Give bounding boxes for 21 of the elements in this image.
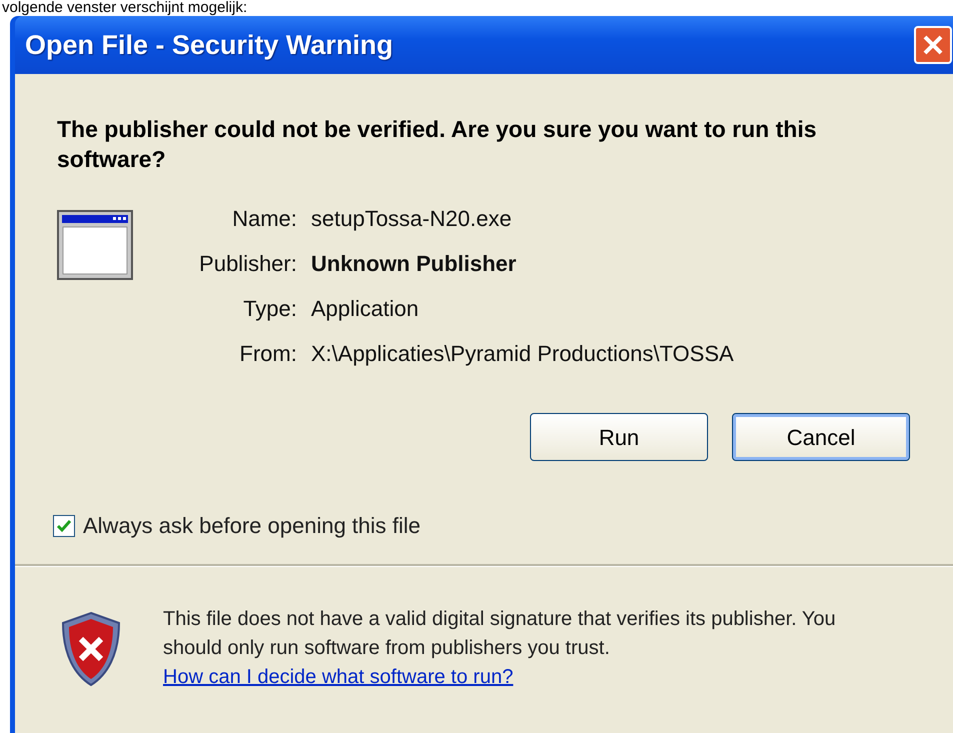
run-button[interactable]: Run (530, 413, 708, 461)
field-label: From: (238, 340, 297, 368)
field-label: Publisher: (198, 250, 297, 278)
warning-text: This file does not have a valid digital signature that verifies its publisher. You should only run software from publishers you trust. (163, 607, 837, 661)
field-value: Unknown Publisher (311, 250, 518, 278)
close-button[interactable] (914, 26, 952, 64)
close-icon (921, 33, 945, 57)
field-value: Application (311, 295, 420, 323)
warning-heading: The publisher could not be verified. Are you sure you want to run this software? (57, 115, 818, 174)
page-text: volgende venster verschijnt mogelijk: (1, 0, 248, 16)
shield-error-icon (59, 610, 123, 686)
application-window-icon (57, 210, 133, 280)
field-label: Name: (231, 205, 297, 233)
field-value: setupTossa-N20.exe (311, 205, 513, 233)
checkbox-label[interactable]: Always ask before opening this file (83, 509, 421, 542)
window-title: Open File - Security Warning (25, 28, 394, 62)
field-label: Type: (242, 295, 297, 323)
field-value: X:\Applicaties\Pyramid Productions\TOSSA (311, 340, 734, 368)
checkbox[interactable] (53, 514, 75, 536)
help-link[interactable]: How can I decide what software to run? (163, 663, 514, 692)
cancel-button[interactable]: Cancel (732, 413, 910, 461)
